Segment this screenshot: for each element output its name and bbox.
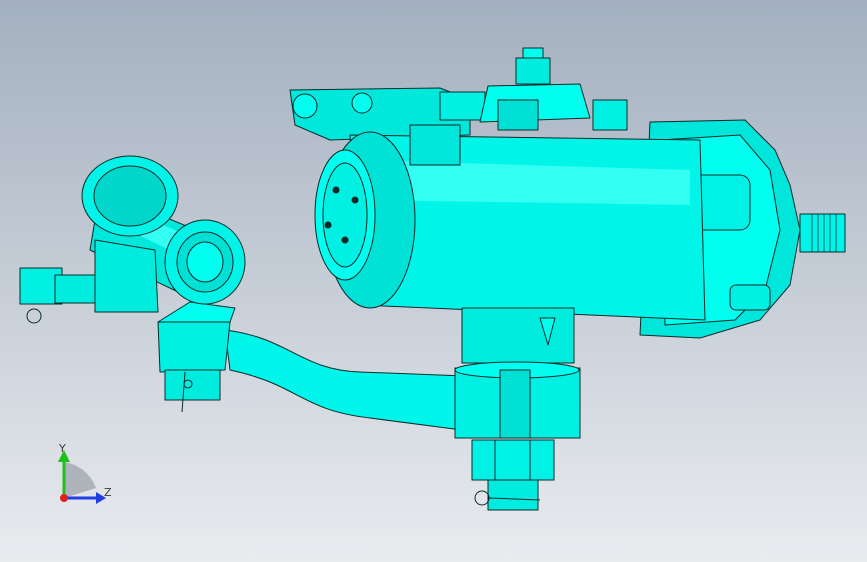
- pitman-arm-boss[interactable]: [454, 361, 581, 439]
- sector-shaft-column[interactable]: [461, 307, 575, 364]
- cad-viewport[interactable]: Y Z: [0, 0, 867, 562]
- axis-triad: Y Z: [58, 442, 112, 504]
- x-axis-dot: [60, 494, 68, 502]
- steering-gear-housing[interactable]: [314, 124, 706, 321]
- pitman-arm[interactable]: [224, 329, 466, 431]
- y-axis-label: Y: [58, 442, 66, 455]
- input-shaft-spline[interactable]: [799, 213, 846, 253]
- sector-shaft-nut[interactable]: [471, 439, 555, 511]
- drag-link-end-boss[interactable]: [157, 301, 236, 401]
- column-upper-end[interactable]: [81, 155, 179, 237]
- top-valve-fittings[interactable]: [479, 47, 628, 131]
- column-side-clamp[interactable]: [19, 267, 96, 324]
- z-axis-label: Z: [104, 486, 112, 499]
